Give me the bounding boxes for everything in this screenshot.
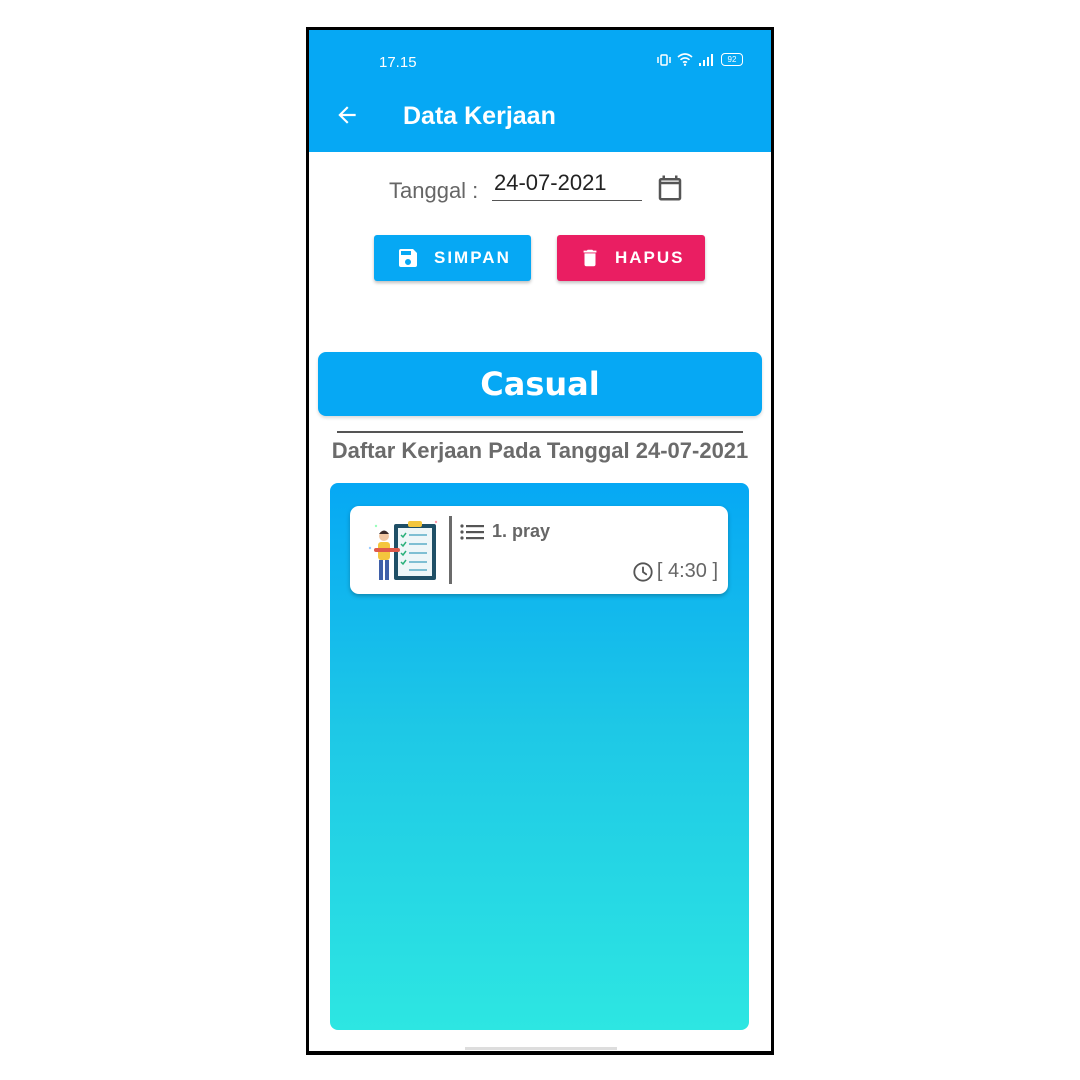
home-indicator (465, 1047, 617, 1050)
date-field[interactable]: 24-07-2021 (492, 170, 642, 201)
list-icon (460, 523, 484, 540)
delete-button[interactable]: HAPUS (557, 235, 705, 281)
signal-icon (699, 53, 713, 66)
card-separator (449, 516, 452, 584)
trash-icon (583, 249, 597, 267)
page-title: Data Kerjaan (403, 102, 556, 130)
battery-icon: 92 (721, 53, 743, 66)
status-time: 17.15 (379, 54, 417, 71)
status-icons: 92 (657, 53, 743, 66)
checklist-illustration-icon (368, 520, 438, 580)
list-heading: Daftar Kerjaan Pada Tanggal 24-07-2021 (331, 438, 749, 463)
delete-button-label: HAPUS (615, 248, 685, 267)
save-button[interactable]: SIMPAN (374, 235, 531, 281)
app-bar: 17.15 92 Data Kerjaan (309, 30, 771, 152)
task-list-panel: 1. pray [ 4:30 ] (330, 483, 749, 1030)
divider (337, 431, 743, 433)
calendar-icon[interactable] (655, 172, 685, 204)
vibrate-icon (657, 53, 671, 66)
date-label: Tanggal : (389, 178, 479, 203)
task-time-text: [ 4:30 ] (656, 560, 718, 582)
date-row: Tanggal : 24-07-2021 (389, 170, 689, 210)
phone-frame: 17.15 92 Data Kerjaan Tanggal: 24-07-20… (306, 27, 774, 1055)
clock-icon (633, 561, 653, 582)
category-name: Casual (480, 365, 600, 403)
task-title: 1. pray (460, 521, 550, 542)
task-card[interactable]: 1. pray [ 4:30 ] (350, 506, 728, 594)
task-text: 1. pray (492, 521, 551, 541)
save-icon (399, 249, 417, 267)
wifi-icon (677, 53, 693, 66)
back-arrow-icon[interactable] (334, 102, 360, 128)
category-banner: Casual (318, 352, 762, 416)
task-time: [ 4:30 ] (632, 560, 718, 583)
save-button-label: SIMPAN (434, 248, 511, 267)
